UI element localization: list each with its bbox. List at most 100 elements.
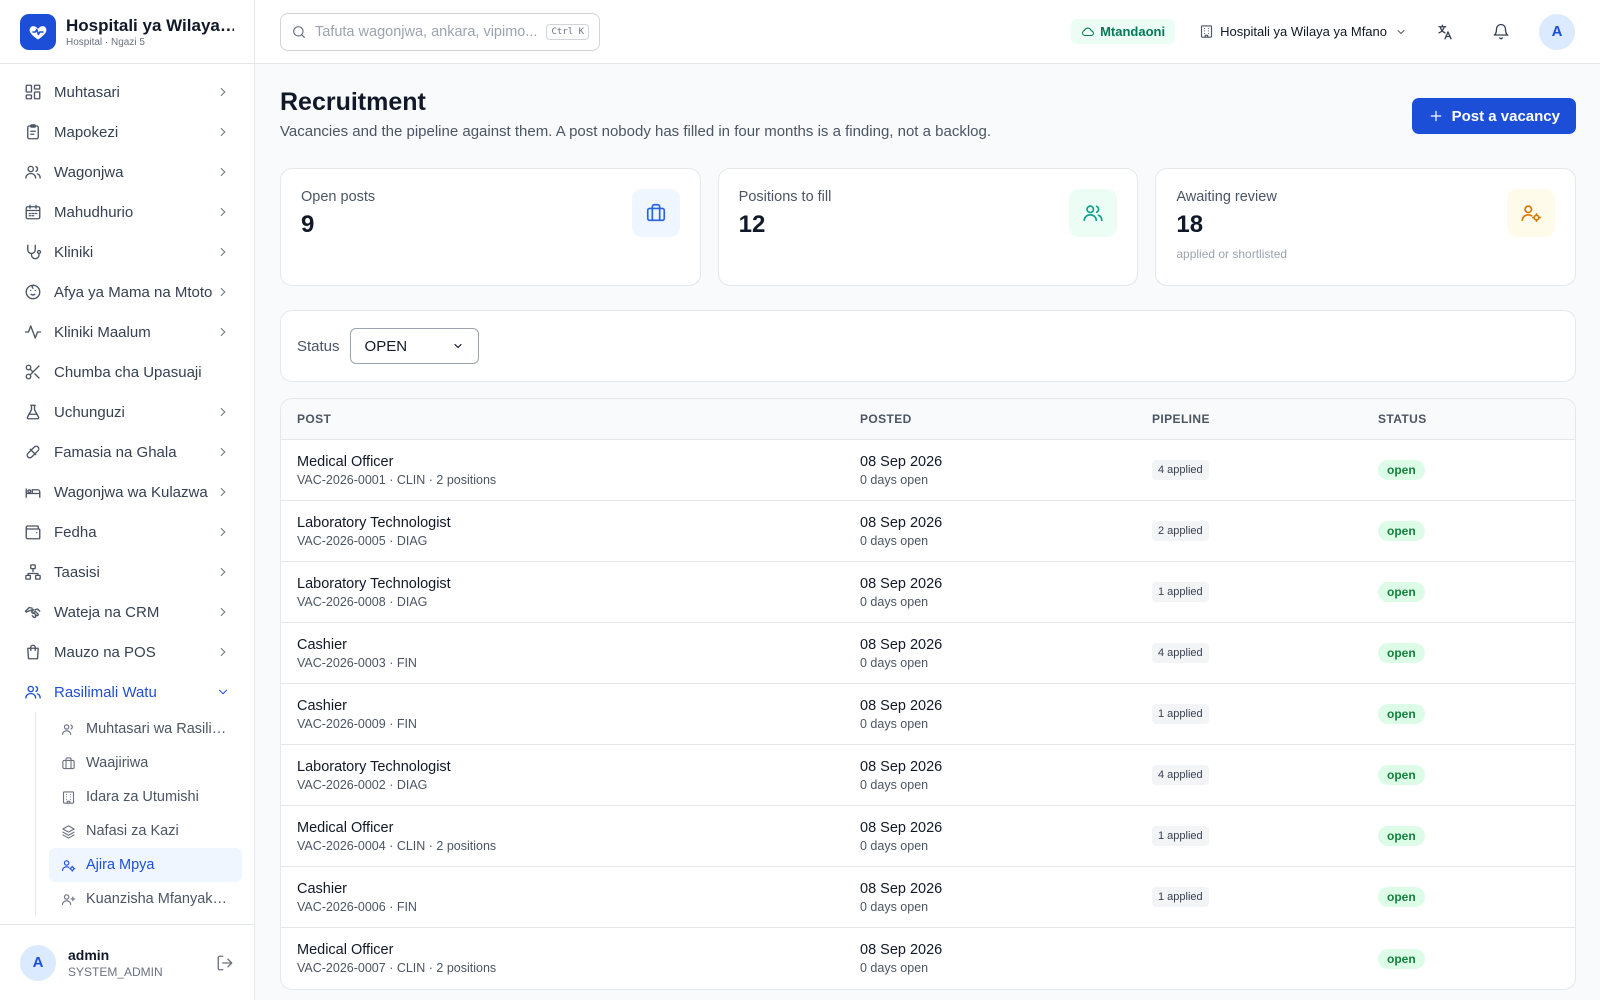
days-open: 0 days open <box>860 594 929 609</box>
sidebar-item-mapokezi[interactable]: Mapokezi <box>12 112 242 152</box>
chevron-right-icon <box>216 605 230 619</box>
post-vacancy-label: Post a vacancy <box>1451 107 1560 125</box>
stat-value: 18 <box>1176 211 1204 238</box>
building-icon <box>61 790 76 805</box>
chevron-right-icon <box>216 565 230 579</box>
facility-name: Hospitali ya Wilaya ya Mfano <box>66 15 234 35</box>
sidebar-item-famasia-na-ghala[interactable]: Famasia na Ghala <box>12 432 242 472</box>
table-row[interactable]: Medical Officer VAC-2026-0004 · CLIN · 2 … <box>281 806 1575 867</box>
sidebar: Hospitali ya Wilaya ya Mfano Hospital · … <box>0 0 255 1000</box>
subnav-item-waajiriwa[interactable]: Waajiriwa <box>49 746 242 780</box>
chevron-right-icon <box>216 205 230 219</box>
sidebar-item-muhtasari[interactable]: Muhtasari <box>12 72 242 112</box>
table-row[interactable]: Cashier VAC-2026-0009 · FIN 08 Sep 2026 0 … <box>281 684 1575 745</box>
status-select[interactable]: OPEN <box>349 328 479 364</box>
sidebar-item-wateja-na-crm[interactable]: Wateja na CRM <box>12 592 242 632</box>
sidebar-item-wagonjwa[interactable]: Wagonjwa <box>12 152 242 192</box>
sidebar-item-uchunguzi[interactable]: Uchunguzi <box>12 392 242 432</box>
status-badge: open <box>1378 582 1425 602</box>
search-shortcut: Ctrl K <box>546 23 589 40</box>
notifications-button[interactable] <box>1483 14 1519 50</box>
main-content: Recruitment Vacancies and the pipeline a… <box>280 64 1577 990</box>
status-badge: open <box>1378 521 1425 541</box>
sidebar-item-rasilimali-watu[interactable]: Rasilimali Watu <box>12 672 242 712</box>
filter-bar: Status OPEN <box>280 310 1576 382</box>
status-filter-label: Status <box>297 337 340 355</box>
sidebar-item-kliniki-maalum[interactable]: Kliniki Maalum <box>12 312 242 352</box>
table-row[interactable]: Cashier VAC-2026-0003 · FIN 08 Sep 2026 0 … <box>281 623 1575 684</box>
facility-switcher[interactable]: Hospitali ya Wilaya ya Mfano <box>1199 24 1407 39</box>
days-open: 0 days open <box>860 716 929 731</box>
sidebar-item-label: Kliniki <box>54 243 94 261</box>
user-plus-icon <box>61 892 76 907</box>
users-icon <box>24 163 42 181</box>
post-title: Medical Officer <box>297 819 394 836</box>
pipeline-badge: 1 applied <box>1152 887 1209 907</box>
table-row[interactable]: Laboratory Technologist VAC-2026-0005 · D… <box>281 501 1575 562</box>
posted-date: 08 Sep 2026 <box>860 942 943 958</box>
table-row[interactable]: Laboratory Technologist VAC-2026-0002 · D… <box>281 745 1575 806</box>
pipeline-badge: 1 applied <box>1152 704 1209 724</box>
stethoscope-icon <box>24 243 42 261</box>
subnav-item-ajira-mpya[interactable]: Ajira Mpya <box>49 848 242 882</box>
subnav-item-nafasi-za-kazi[interactable]: Nafasi za Kazi <box>49 814 242 848</box>
sidebar-item-wagonjwa-wa-kulazwa[interactable]: Wagonjwa wa Kulazwa <box>12 472 242 512</box>
table-header: POST POSTED PIPELINE STATUS <box>281 399 1575 440</box>
users-icon <box>24 683 42 701</box>
subnav-item-muhtasari-rasilimali[interactable]: Muhtasari wa Rasilimali Watu <box>49 712 242 746</box>
sidebar-item-taasisi[interactable]: Taasisi <box>12 552 242 592</box>
column-header-post: POST <box>297 412 332 426</box>
baby-icon <box>24 283 42 301</box>
bed-icon <box>24 483 42 501</box>
avatar[interactable]: A <box>20 944 56 981</box>
subnav-item-label: Nafasi za Kazi <box>86 823 179 839</box>
search-icon <box>291 24 307 40</box>
status-badge: open <box>1378 948 1425 969</box>
table-row[interactable]: Medical Officer VAC-2026-0007 · CLIN · 2 … <box>281 928 1575 989</box>
chevron-right-icon <box>216 485 230 499</box>
subnav-item-label: Idara za Utumishi <box>86 789 199 805</box>
status-select-value: OPEN <box>364 337 408 355</box>
chevron-right-icon <box>216 645 230 659</box>
sidebar-item-mahudhurio[interactable]: Mahudhurio <box>12 192 242 232</box>
column-header-pipeline: PIPELINE <box>1152 412 1210 426</box>
sidebar-item-kliniki[interactable]: Kliniki <box>12 232 242 272</box>
post-title: Medical Officer <box>297 942 394 958</box>
search-box[interactable]: Ctrl K <box>280 12 600 51</box>
post-meta: VAC-2026-0003 · FIN <box>297 655 417 670</box>
online-status-label: Mtandaoni <box>1100 24 1166 39</box>
search-input[interactable] <box>315 23 547 40</box>
table-row[interactable]: Medical Officer VAC-2026-0001 · CLIN · 2 … <box>281 440 1575 501</box>
stats-row: Open posts 9 Positions to fill 12 Awaiti… <box>280 168 1577 286</box>
post-title: Laboratory Technologist <box>297 575 451 592</box>
layers-icon <box>61 824 76 839</box>
subnav-item-kuanzisha-mfanyakazi[interactable]: Kuanzisha Mfanyakazi <box>49 882 242 916</box>
logout-icon[interactable] <box>216 954 234 972</box>
post-vacancy-button[interactable]: Post a vacancy <box>1411 98 1576 134</box>
post-meta: VAC-2026-0004 · CLIN · 2 positions <box>297 838 497 853</box>
avatar[interactable]: A <box>1539 13 1575 50</box>
sidebar-item-fedha[interactable]: Fedha <box>12 512 242 552</box>
chevron-right-icon <box>216 325 230 339</box>
posted-date: 08 Sep 2026 <box>860 575 943 592</box>
chevron-right-icon <box>216 85 230 99</box>
pill-icon <box>24 443 42 461</box>
online-status-badge: Mtandaoni <box>1071 19 1176 44</box>
sidebar-item-label: Kliniki Maalum <box>54 323 151 341</box>
sidebar-item-mauzo-na-pos[interactable]: Mauzo na POS <box>12 632 242 672</box>
post-title: Laboratory Technologist <box>297 514 451 531</box>
stat-label: Awaiting review <box>1176 189 1277 205</box>
sidebar-item-label: Afya ya Mama na Mtoto <box>54 283 213 301</box>
subnav-item-idara-za-utumishi[interactable]: Idara za Utumishi <box>49 780 242 814</box>
brand: Hospitali ya Wilaya ya Mfano Hospital · … <box>0 0 254 64</box>
stat-value: 9 <box>301 211 315 238</box>
chevron-right-icon <box>216 285 230 299</box>
sidebar-item-label: Wagonjwa wa Kulazwa <box>54 483 208 501</box>
post-meta: VAC-2026-0008 · DIAG <box>297 594 428 609</box>
sidebar-item-afya-ya-mama[interactable]: Afya ya Mama na Mtoto <box>12 272 242 312</box>
table-row[interactable]: Cashier VAC-2026-0006 · FIN 08 Sep 2026 0 … <box>281 867 1575 928</box>
table-row[interactable]: Laboratory Technologist VAC-2026-0008 · D… <box>281 562 1575 623</box>
language-button[interactable] <box>1427 14 1463 50</box>
sidebar-item-chumba-cha-upasuaji[interactable]: Chumba cha Upasuaji <box>12 352 242 392</box>
pipeline-badge: 4 applied <box>1152 765 1209 785</box>
